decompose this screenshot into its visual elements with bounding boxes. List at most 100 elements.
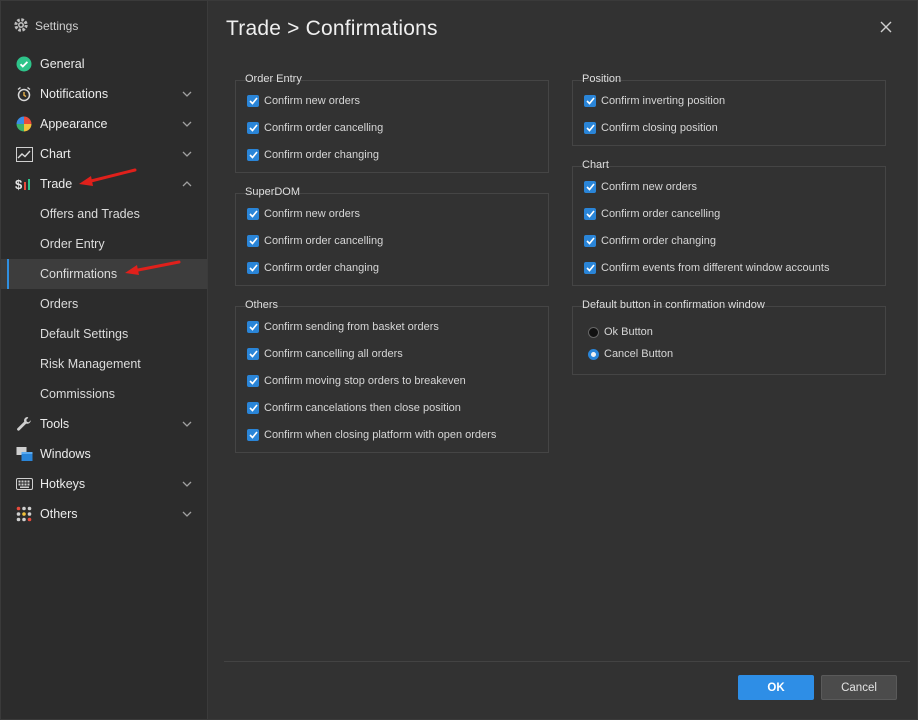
sidebar-item-label: Hotkeys	[40, 477, 86, 491]
checkbox-checked-icon	[247, 348, 259, 360]
sidebar-subitem-offers-and-trades[interactable]: Offers and Trades	[1, 199, 207, 229]
sidebar-item-label: Windows	[40, 447, 91, 461]
checkbox-checked-icon	[584, 208, 596, 220]
checkbox-others-breakeven[interactable]: Confirm moving stop orders to breakeven	[247, 373, 466, 389]
checkbox-checked-icon	[247, 429, 259, 441]
sidebar-item-label: Appearance	[40, 117, 108, 131]
checkbox-checked-icon	[247, 235, 259, 247]
radio-unselected-icon	[588, 326, 599, 338]
annotation-arrow-confirmations	[125, 260, 181, 275]
sidebar-item-label: Tools	[40, 417, 70, 431]
close-button[interactable]	[876, 19, 896, 39]
dollar-chart-icon: $	[15, 175, 33, 193]
checkbox-label: Confirm sending from basket orders	[264, 321, 439, 333]
sidebar-item-label: Chart	[40, 147, 71, 161]
checkbox-others-basket-orders[interactable]: Confirm sending from basket orders	[247, 319, 439, 335]
sidebar-item-chart[interactable]: Chart	[1, 139, 207, 169]
checkbox-chart-new-orders[interactable]: Confirm new orders	[584, 179, 697, 195]
checkbox-checked-icon	[247, 375, 259, 387]
cancel-button[interactable]: Cancel	[821, 675, 897, 700]
sidebar-item-notifications[interactable]: Notifications	[1, 79, 207, 109]
footer-divider	[224, 661, 910, 662]
close-icon	[880, 20, 892, 38]
sidebar-header: Settings	[13, 16, 78, 36]
checkbox-checked-icon	[247, 122, 259, 134]
checkbox-chart-changing[interactable]: Confirm order changing	[584, 233, 716, 249]
sidebar-item-label: Notifications	[40, 87, 109, 101]
sidebar: Settings General Notifications Appearanc…	[1, 1, 208, 719]
checkbox-checked-icon	[247, 149, 259, 161]
line-chart-icon	[15, 145, 33, 163]
sidebar-item-appearance[interactable]: Appearance	[1, 109, 207, 139]
checkbox-order-entry-cancelling[interactable]: Confirm order cancelling	[247, 120, 383, 136]
checkbox-others-closing-platform[interactable]: Confirm when closing platform with open …	[247, 427, 496, 443]
checkbox-checked-icon	[584, 95, 596, 107]
annotation-arrow-trade	[79, 168, 137, 186]
checkbox-position-closing[interactable]: Confirm closing position	[584, 120, 718, 136]
sidebar-item-tools[interactable]: Tools	[1, 409, 207, 439]
gear-icon	[13, 17, 29, 36]
sidebar-subitem-order-entry[interactable]: Order Entry	[1, 229, 207, 259]
main-panel: Trade > Confirmations Order Entry Confir…	[208, 1, 917, 719]
checkbox-label: Confirm order changing	[601, 235, 716, 247]
checkbox-label: Confirm events from different window acc…	[601, 262, 830, 274]
sidebar-item-hotkeys[interactable]: Hotkeys	[1, 469, 207, 499]
checkbox-checked-icon	[247, 95, 259, 107]
checkbox-chart-different-accounts[interactable]: Confirm events from different window acc…	[584, 260, 829, 276]
sidebar-item-label: Others	[40, 507, 78, 521]
checkbox-checked-icon	[247, 321, 259, 333]
checkbox-superdom-cancelling[interactable]: Confirm order cancelling	[247, 233, 383, 249]
checkbox-label: Confirm order cancelling	[601, 208, 721, 220]
radio-label: Cancel Button	[604, 348, 674, 360]
radio-label: Ok Button	[604, 326, 653, 338]
checkbox-checked-icon	[584, 235, 596, 247]
grid-dots-icon	[15, 505, 33, 523]
sidebar-title: Settings	[35, 19, 79, 33]
chevron-down-icon	[180, 481, 194, 487]
checkbox-label: Confirm order changing	[264, 262, 379, 274]
sidebar-subitem-default-settings[interactable]: Default Settings	[1, 319, 207, 349]
group-position	[572, 80, 886, 146]
checkbox-others-cancelling-all[interactable]: Confirm cancelling all orders	[247, 346, 403, 362]
group-title-chart: Chart	[582, 159, 609, 171]
checkbox-label: Confirm when closing platform with open …	[264, 429, 497, 441]
sidebar-item-others[interactable]: Others	[1, 499, 207, 529]
checkbox-label: Confirm new orders	[264, 208, 360, 220]
sidebar-subitem-orders[interactable]: Orders	[1, 289, 207, 319]
checkbox-label: Confirm cancelling all orders	[264, 348, 403, 360]
checkbox-superdom-new-orders[interactable]: Confirm new orders	[247, 206, 360, 222]
checkbox-label: Confirm order changing	[264, 149, 379, 161]
sidebar-item-general[interactable]: General	[1, 49, 207, 79]
group-title-superdom: SuperDOM	[245, 186, 301, 198]
radio-selected-icon	[588, 348, 599, 360]
alarm-clock-icon	[15, 85, 33, 103]
checkbox-label: Confirm new orders	[601, 181, 697, 193]
checkbox-others-cancel-close-position[interactable]: Confirm cancelations then close position	[247, 400, 461, 416]
checkbox-order-entry-new-orders[interactable]: Confirm new orders	[247, 93, 360, 109]
chevron-up-icon	[180, 181, 194, 187]
sidebar-subitem-risk-management[interactable]: Risk Management	[1, 349, 207, 379]
checkbox-label: Confirm cancelations then close position	[264, 402, 461, 414]
sidebar-subitem-label: Confirmations	[40, 267, 118, 281]
color-wheel-icon	[15, 115, 33, 133]
checkbox-superdom-changing[interactable]: Confirm order changing	[247, 260, 379, 276]
windows-stack-icon	[15, 445, 33, 463]
radio-cancel-button[interactable]: Cancel Button	[588, 346, 673, 362]
checkbox-checked-icon	[584, 181, 596, 193]
chevron-down-icon	[180, 91, 194, 97]
settings-window: Settings General Notifications Appearanc…	[0, 0, 918, 720]
ok-button[interactable]: OK	[738, 675, 814, 700]
group-title-default-button: Default button in confirmation window	[582, 299, 765, 311]
group-title-position: Position	[582, 73, 622, 85]
wrench-icon	[15, 415, 33, 433]
sidebar-subitem-commissions[interactable]: Commissions	[1, 379, 207, 409]
checkbox-chart-cancelling[interactable]: Confirm order cancelling	[584, 206, 720, 222]
sidebar-item-windows[interactable]: Windows	[1, 439, 207, 469]
checkbox-position-inverting[interactable]: Confirm inverting position	[584, 93, 725, 109]
checkbox-label: Confirm closing position	[601, 122, 718, 134]
radio-ok-button[interactable]: Ok Button	[588, 324, 653, 340]
checkbox-order-entry-changing[interactable]: Confirm order changing	[247, 147, 379, 163]
keyboard-icon	[15, 475, 33, 493]
group-default-button	[572, 306, 886, 375]
chevron-down-icon	[180, 121, 194, 127]
